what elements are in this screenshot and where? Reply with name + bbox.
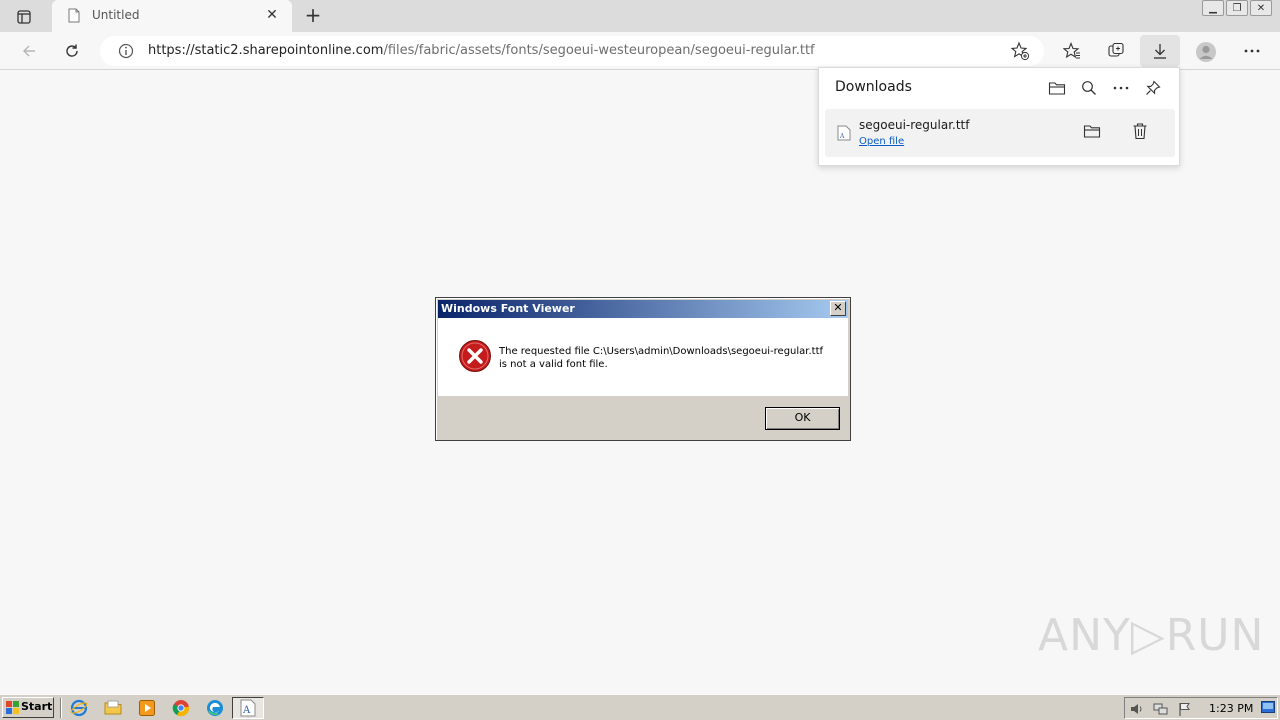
open-downloads-folder-button[interactable] [1047,78,1067,98]
font-viewer-icon: A [240,699,256,717]
window-controls: ▁ ❐ ✕ [1202,0,1272,16]
start-label: Start [21,700,53,713]
media-player-icon[interactable] [138,699,156,717]
show-in-folder-icon[interactable] [1083,123,1101,139]
profile-button[interactable] [1194,40,1218,64]
download-filename: segoeui-regular.ttf [859,118,970,132]
chrome-icon[interactable] [172,699,190,717]
font-file-icon: A [837,125,851,141]
dialog-body: The requested file C:\Users\admin\Downlo… [438,318,848,396]
internet-explorer-icon[interactable] [70,699,88,717]
system-tray: 1:23 PM [1124,697,1278,719]
close-window-button[interactable]: ✕ [1250,0,1272,16]
tab-actions-icon [17,10,31,24]
start-button[interactable]: Start [2,697,54,718]
browser-tab-bar: Untitled ✕ + ▁ ❐ ✕ [0,0,1280,32]
svg-text:A: A [839,133,845,140]
url-host: https://static2.sharepointonline.com [148,43,384,58]
back-button[interactable] [18,40,40,62]
open-file-link[interactable]: Open file [859,136,904,147]
site-info-icon[interactable] [118,43,134,59]
tab-close-icon[interactable]: ✕ [264,7,280,23]
svg-text:A: A [242,705,251,716]
windows-logo-icon [6,701,19,714]
dialog-message: The requested file C:\Users\admin\Downlo… [499,345,839,371]
search-downloads-button[interactable] [1079,78,1099,98]
settings-more-button[interactable] [1241,40,1263,62]
restore-button[interactable]: ❐ [1226,0,1248,16]
active-tab[interactable]: Untitled ✕ [52,0,292,32]
search-icon [1082,81,1096,95]
url-path: /files/fabric/assets/fonts/segoeui-weste… [383,43,815,58]
edge-icon[interactable] [206,699,224,717]
network-icon[interactable] [1153,701,1169,717]
browser-toolbar: https://static2.sharepointonline.com/fil… [0,32,1280,70]
favorites-icon [1063,42,1080,59]
action-center-flag-icon[interactable] [1177,701,1193,717]
minimize-button[interactable]: ▁ [1202,0,1224,16]
more-options-icon [1113,86,1129,90]
back-arrow-icon [23,45,35,57]
taskbar-clock: 1:23 PM [1209,702,1254,715]
refresh-icon [66,44,78,57]
pin-downloads-button[interactable] [1143,78,1163,98]
volume-icon[interactable] [1129,701,1145,717]
avatar-icon [1196,42,1216,62]
font-viewer-taskbar-button[interactable]: A [232,697,264,719]
add-favorite-icon[interactable] [1010,41,1030,61]
collections-button[interactable] [1105,40,1127,62]
dialog-message-line2: is not a valid font file. [499,359,608,370]
error-icon [459,340,491,372]
dialog-close-button[interactable]: ✕ [830,301,846,316]
page-icon [68,8,80,23]
favorites-button[interactable] [1061,40,1083,62]
taskbar-separator [60,698,62,718]
download-item[interactable]: A segoeui-regular.ttf Open file [825,109,1175,157]
more-options-icon [1244,49,1260,53]
downloads-panel: Downloads A segoeui-regular.ttf Open fil… [818,67,1180,166]
taskbar: Start A 1:23 PM [0,694,1280,720]
anyrun-watermark: ANY▷RUN [1038,610,1265,661]
ok-button[interactable]: OK [765,407,840,430]
tab-title: Untitled [92,8,140,22]
pin-icon [1146,80,1161,95]
dialog-message-line1: The requested file C:\Users\admin\Downlo… [499,346,824,357]
delete-icon[interactable] [1132,122,1148,140]
font-viewer-error-dialog: Windows Font Viewer ✕ The requested file… [435,297,851,441]
address-bar[interactable]: https://static2.sharepointonline.com/fil… [100,36,1044,66]
dialog-title: Windows Font Viewer [441,302,575,315]
file-explorer-icon[interactable] [104,699,122,717]
folder-icon [1048,82,1066,95]
download-icon [1154,44,1166,59]
downloads-button[interactable] [1149,40,1171,62]
downloads-more-button[interactable] [1111,78,1131,98]
refresh-button[interactable] [61,40,83,62]
new-tab-button[interactable]: + [302,5,324,27]
address-url: https://static2.sharepointonline.com/fil… [148,43,815,58]
show-desktop-icon[interactable] [1261,701,1275,713]
downloads-title: Downloads [835,79,912,95]
tab-actions-button[interactable] [8,6,40,28]
dialog-title-bar[interactable]: Windows Font Viewer ✕ [438,300,848,318]
collections-icon [1108,42,1124,57]
